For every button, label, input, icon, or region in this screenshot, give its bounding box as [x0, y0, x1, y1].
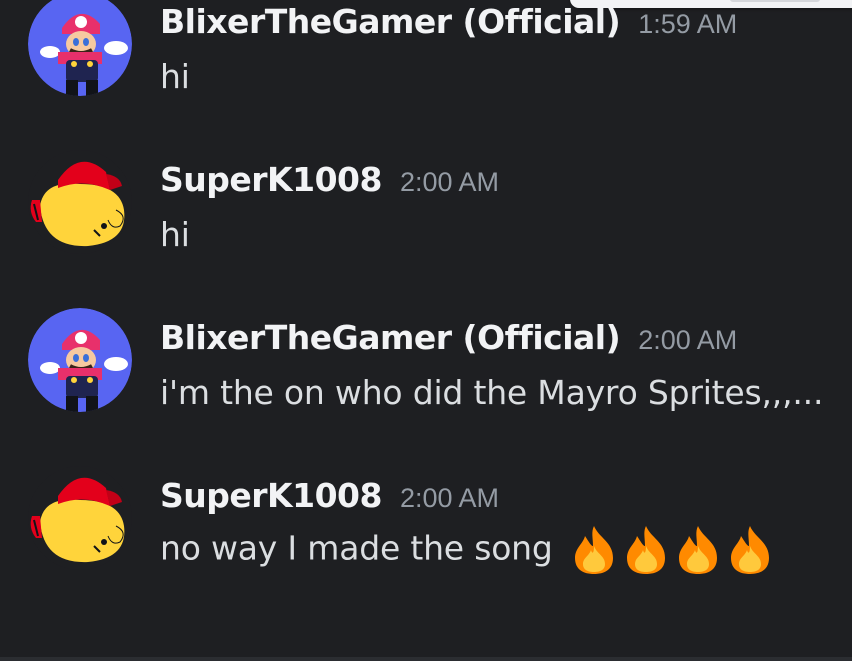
chat-message-list: BlixerTheGamer (Official) 1:59 AM hi Sup…: [0, 0, 852, 661]
username[interactable]: BlixerTheGamer (Official): [160, 318, 621, 357]
message-item: BlixerTheGamer (Official) 2:00 AM i'm the…: [0, 308, 852, 436]
timestamp[interactable]: 2:00 AM: [400, 167, 499, 197]
chat-bottom-divider: [0, 657, 852, 661]
timestamp[interactable]: 1:59 AM: [638, 9, 737, 39]
username[interactable]: BlixerTheGamer (Official): [160, 2, 621, 41]
username[interactable]: SuperK1008: [160, 476, 382, 515]
timestamp[interactable]: 2:00 AM: [638, 325, 737, 355]
yellow-cap-avatar[interactable]: [28, 150, 132, 254]
emoji-group: [569, 524, 777, 576]
message-item: BlixerTheGamer (Official) 1:59 AM hi: [0, 0, 852, 120]
timestamp[interactable]: 2:00 AM: [400, 483, 499, 513]
message-text: i'm the on who did the Mayro Sprites,,,.…: [160, 373, 824, 412]
message-header: SuperK1008 2:00 AM: [160, 160, 499, 199]
message-item: SuperK1008 2:00 AM no way I made the song: [0, 466, 852, 594]
yellow-cap-avatar[interactable]: [28, 466, 132, 570]
message-header: BlixerTheGamer (Official) 1:59 AM: [160, 2, 737, 41]
message-text-row: no way I made the song: [160, 524, 777, 576]
fire-emoji[interactable]: [621, 524, 671, 576]
fire-emoji[interactable]: [725, 524, 775, 576]
message-header: BlixerTheGamer (Official) 2:00 AM: [160, 318, 737, 357]
fire-emoji[interactable]: [569, 524, 619, 576]
message-text: no way I made the song: [160, 528, 553, 568]
message-text: hi: [160, 215, 190, 254]
message-text: hi: [160, 57, 190, 96]
fire-emoji[interactable]: [673, 524, 723, 576]
username[interactable]: SuperK1008: [160, 160, 382, 199]
message-header: SuperK1008 2:00 AM: [160, 476, 499, 515]
mario-avatar[interactable]: [28, 308, 132, 412]
mario-avatar[interactable]: [28, 0, 132, 96]
message-item: SuperK1008 2:00 AM hi: [0, 150, 852, 278]
